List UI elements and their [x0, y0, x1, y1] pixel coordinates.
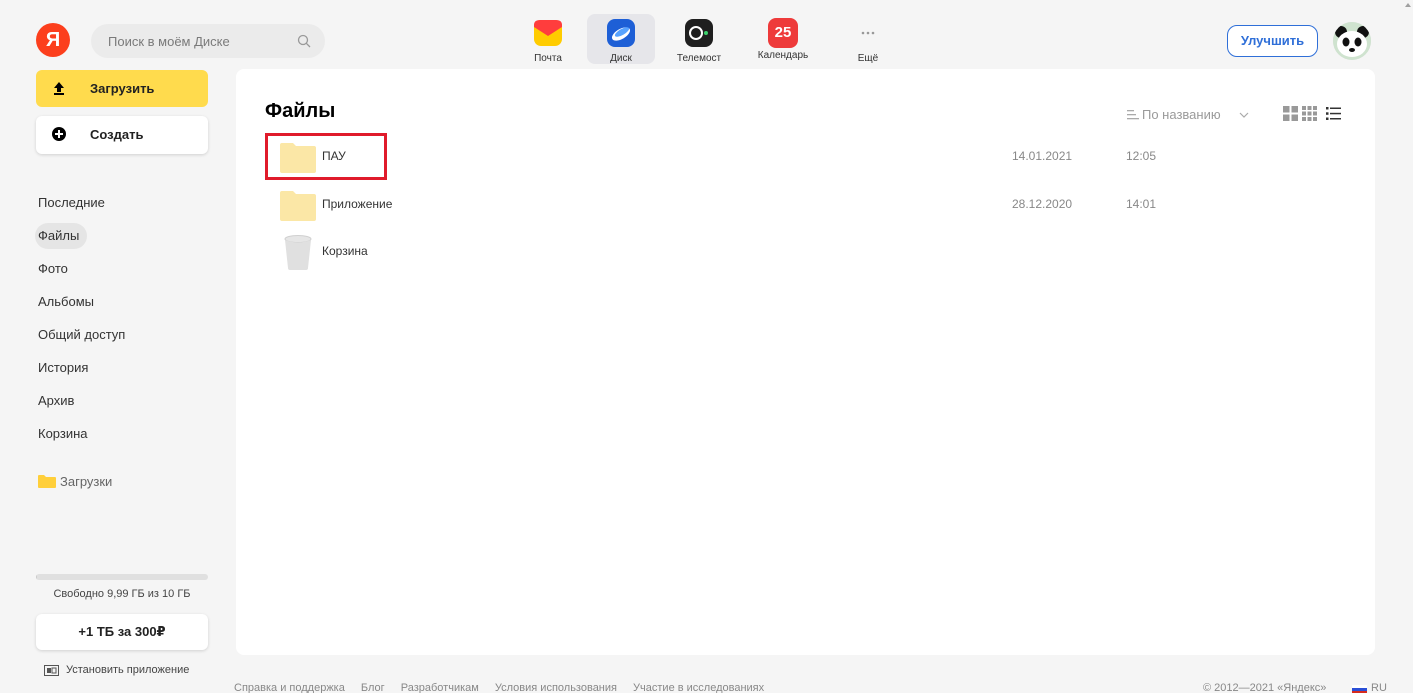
view-large-tiles-icon[interactable] — [1283, 106, 1298, 121]
file-date: 28.12.2020 — [1012, 197, 1073, 211]
upload-icon — [54, 82, 64, 95]
footer-link-help[interactable]: Справка и поддержка — [234, 682, 345, 693]
sidebar-item-trash[interactable]: Корзина — [36, 421, 208, 447]
folder-link-label: Загрузки — [60, 474, 113, 489]
service-label: Почта — [534, 53, 562, 64]
copyright: © 2012—2021 «Яндекс» — [1203, 682, 1327, 693]
upload-button[interactable]: Загрузить — [36, 70, 208, 107]
sidebar-item-archive[interactable]: Архив — [36, 388, 208, 414]
file-name: Приложение — [322, 197, 393, 211]
file-date: 14.01.2021 — [1012, 149, 1073, 163]
buy-space-button[interactable]: +1 ТБ за 300₽ — [36, 614, 208, 650]
calendar-icon: 25 — [768, 18, 798, 48]
footer-link-terms[interactable]: Условия использования — [495, 682, 617, 693]
folder-icon — [38, 475, 56, 488]
file-row[interactable]: Приложение 28.12.2020 14:01 — [280, 185, 1340, 225]
install-label: Установить приложение — [66, 664, 190, 676]
scroll-up-arrow-icon[interactable] — [1403, 0, 1413, 10]
telemost-icon — [685, 19, 713, 47]
mail-icon — [534, 20, 562, 46]
view-list-icon[interactable] — [1326, 106, 1341, 121]
service-label: Ещё — [857, 53, 879, 64]
sidebar-item-recent[interactable]: Последние — [36, 190, 208, 216]
create-button[interactable]: Создать — [36, 116, 208, 154]
sidebar-item-history[interactable]: История — [36, 355, 208, 381]
search-input[interactable] — [91, 24, 291, 58]
page-title: Файлы — [265, 100, 336, 122]
service-telemost[interactable]: Телемост — [665, 14, 733, 64]
file-time: 12:05 — [1126, 149, 1157, 163]
russia-flag-icon — [1352, 685, 1367, 693]
avatar[interactable] — [1333, 22, 1371, 60]
highlight-box — [265, 133, 387, 180]
desktop-app-icon — [44, 665, 59, 676]
file-row[interactable]: ПАУ 14.01.2021 12:05 — [280, 137, 1340, 177]
upload-label: Загрузить — [90, 81, 155, 96]
file-time: 14:01 — [1126, 197, 1157, 211]
panda-avatar-icon — [1333, 22, 1371, 60]
service-mail[interactable]: Почта — [514, 14, 582, 64]
sidebar-item-files[interactable]: Файлы — [35, 223, 88, 249]
view-small-tiles-icon[interactable] — [1302, 106, 1317, 121]
upgrade-button[interactable]: Улучшить — [1227, 25, 1318, 57]
service-label: Диск — [610, 53, 632, 64]
calendar-date: 25 — [774, 24, 792, 41]
footer-link-developers[interactable]: Разработчикам — [401, 682, 479, 693]
service-label: Календарь — [757, 50, 809, 61]
sidebar-item-shared[interactable]: Общий доступ — [36, 322, 208, 348]
disk-icon — [607, 19, 635, 47]
more-icon — [861, 31, 875, 35]
search-box[interactable] — [91, 24, 325, 58]
folder-icon — [280, 191, 316, 221]
file-row[interactable]: Корзина — [280, 232, 1340, 272]
header: Я Почта Диск — [0, 0, 1413, 66]
footer-link-research[interactable]: Участие в исследованиях — [633, 682, 764, 693]
create-label: Создать — [90, 127, 144, 142]
language-label: RU — [1371, 682, 1387, 693]
sort-label: По названию — [1142, 107, 1221, 122]
chevron-down-icon — [1239, 112, 1249, 118]
quota-text: Свободно 9,99 ГБ из 10 ГБ — [53, 588, 191, 600]
footer-link-blog[interactable]: Блог — [361, 682, 385, 693]
trash-icon — [284, 235, 312, 270]
service-calendar[interactable]: 25 Календарь — [749, 14, 817, 64]
quota-bar — [36, 574, 208, 580]
file-name: Корзина — [322, 244, 368, 258]
search-icon[interactable] — [297, 34, 311, 48]
yandex-logo[interactable]: Я — [36, 23, 70, 57]
sidebar-item-photo[interactable]: Фото — [36, 256, 208, 282]
service-label: Телемост — [676, 53, 722, 64]
footer-links: Справка и поддержка Блог Разработчикам У… — [234, 682, 777, 693]
files-panel: Файлы По названию ПАУ 14.01.2021 12:05 П… — [236, 69, 1375, 655]
sidebar-nav: Последние Файлы Фото Альбомы Общий досту… — [35, 190, 208, 454]
service-disk[interactable]: Диск — [587, 14, 655, 64]
sidebar-item-albums[interactable]: Альбомы — [36, 289, 208, 315]
service-more[interactable]: Ещё — [834, 14, 902, 64]
sort-icon — [1127, 110, 1139, 120]
plus-circle-icon — [52, 127, 66, 141]
